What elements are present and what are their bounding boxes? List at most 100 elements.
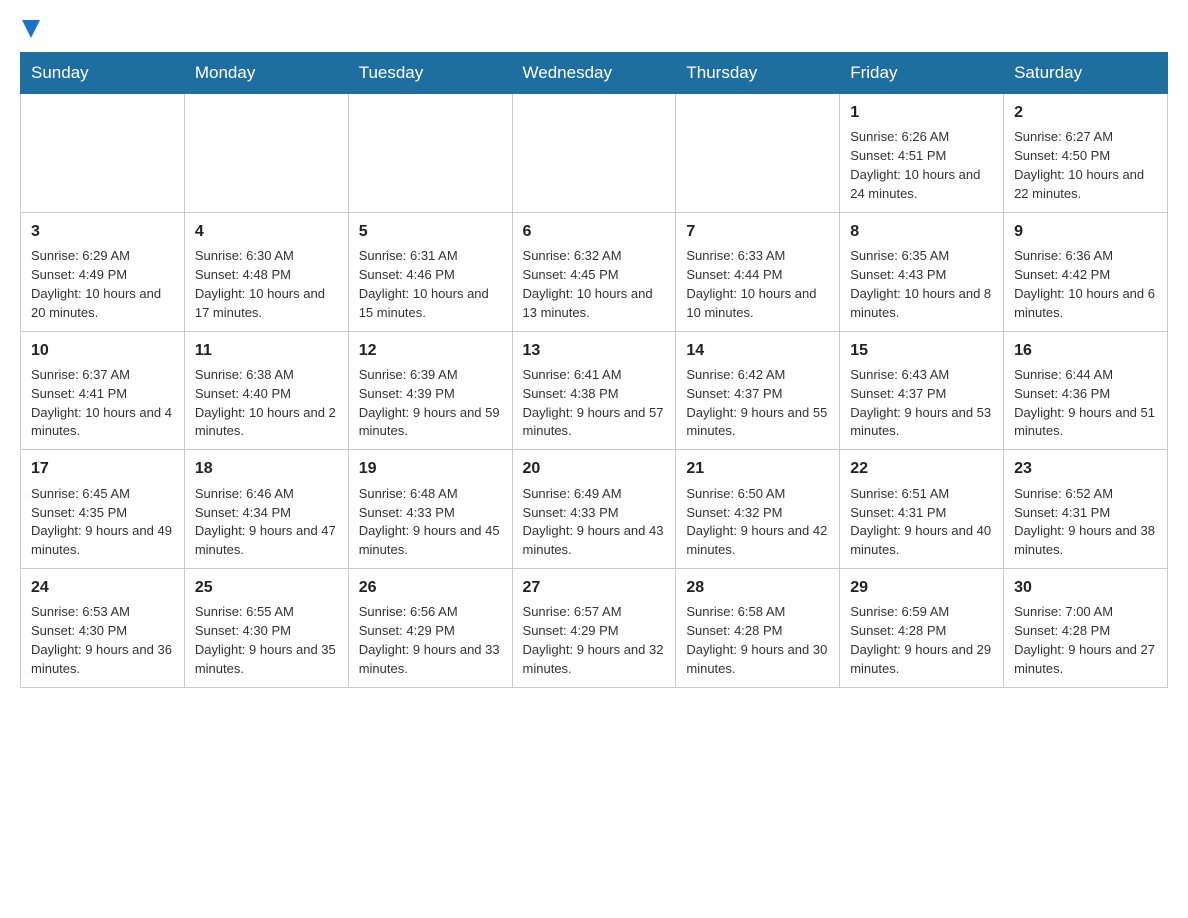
day-info: Sunrise: 6:44 AM Sunset: 4:36 PM Dayligh… (1014, 366, 1157, 441)
calendar-cell: 16 Sunrise: 6:44 AM Sunset: 4:36 PM Dayli… (1004, 331, 1168, 450)
day-number: 5 (359, 221, 502, 243)
day-info: Sunrise: 6:53 AM Sunset: 4:30 PM Dayligh… (31, 603, 174, 678)
weekday-header-wednesday: Wednesday (512, 53, 676, 94)
day-info: Sunrise: 6:37 AM Sunset: 4:41 PM Dayligh… (31, 366, 174, 441)
day-info: Sunrise: 6:58 AM Sunset: 4:28 PM Dayligh… (686, 603, 829, 678)
day-number: 14 (686, 340, 829, 362)
calendar-cell: 24Sunrise: 6:53 AM Sunset: 4:30 PM Dayli… (21, 569, 185, 688)
day-info: Sunrise: 6:35 AM Sunset: 4:43 PM Dayligh… (850, 247, 993, 322)
day-number: 12 (359, 340, 502, 362)
day-info: Sunrise: 6:51 AM Sunset: 4:31 PM Dayligh… (850, 485, 993, 560)
calendar-cell: 14 Sunrise: 6:42 AM Sunset: 4:37 PM Dayli… (676, 331, 840, 450)
calendar-cell: 10 Sunrise: 6:37 AM Sunset: 4:41 PM Dayli… (21, 331, 185, 450)
calendar-cell: 11 Sunrise: 6:38 AM Sunset: 4:40 PM Dayli… (184, 331, 348, 450)
page-header (20, 20, 1168, 36)
calendar-cell: 21Sunrise: 6:50 AM Sunset: 4:32 PM Dayli… (676, 450, 840, 569)
day-number: 15 (850, 340, 993, 362)
day-info: Sunrise: 6:41 AM Sunset: 4:38 PM Dayligh… (523, 366, 666, 441)
calendar-table: SundayMondayTuesdayWednesdayThursdayFrid… (20, 52, 1168, 688)
calendar-cell: 17 Sunrise: 6:45 AM Sunset: 4:35 PM Dayli… (21, 450, 185, 569)
calendar-cell: 26Sunrise: 6:56 AM Sunset: 4:29 PM Dayli… (348, 569, 512, 688)
day-info: Sunrise: 6:42 AM Sunset: 4:37 PM Dayligh… (686, 366, 829, 441)
calendar-week-row: 3Sunrise: 6:29 AM Sunset: 4:49 PM Daylig… (21, 212, 1168, 331)
weekday-header-friday: Friday (840, 53, 1004, 94)
day-number: 22 (850, 458, 993, 480)
day-number: 19 (359, 458, 502, 480)
weekday-header-thursday: Thursday (676, 53, 840, 94)
calendar-cell: 4 Sunrise: 6:30 AM Sunset: 4:48 PM Daylig… (184, 212, 348, 331)
day-number: 30 (1014, 577, 1157, 599)
day-number: 18 (195, 458, 338, 480)
day-info: Sunrise: 6:36 AM Sunset: 4:42 PM Dayligh… (1014, 247, 1157, 322)
day-info: Sunrise: 6:31 AM Sunset: 4:46 PM Dayligh… (359, 247, 502, 322)
calendar-cell: 23Sunrise: 6:52 AM Sunset: 4:31 PM Dayli… (1004, 450, 1168, 569)
day-info: Sunrise: 6:29 AM Sunset: 4:49 PM Dayligh… (31, 247, 174, 322)
day-info: Sunrise: 6:55 AM Sunset: 4:30 PM Dayligh… (195, 603, 338, 678)
weekday-header-sunday: Sunday (21, 53, 185, 94)
logo-arrow-icon (22, 20, 40, 40)
day-number: 28 (686, 577, 829, 599)
day-info: Sunrise: 6:39 AM Sunset: 4:39 PM Dayligh… (359, 366, 502, 441)
day-info: Sunrise: 6:27 AM Sunset: 4:50 PM Dayligh… (1014, 128, 1157, 203)
calendar-cell (21, 94, 185, 213)
calendar-cell: 2 Sunrise: 6:27 AM Sunset: 4:50 PM Daylig… (1004, 94, 1168, 213)
calendar-cell: 15 Sunrise: 6:43 AM Sunset: 4:37 PM Dayli… (840, 331, 1004, 450)
calendar-cell: 18 Sunrise: 6:46 AM Sunset: 4:34 PM Dayli… (184, 450, 348, 569)
day-number: 8 (850, 221, 993, 243)
day-number: 16 (1014, 340, 1157, 362)
calendar-cell: 8 Sunrise: 6:35 AM Sunset: 4:43 PM Daylig… (840, 212, 1004, 331)
calendar-cell: 29 Sunrise: 6:59 AM Sunset: 4:28 PM Dayli… (840, 569, 1004, 688)
calendar-cell (512, 94, 676, 213)
day-info: Sunrise: 6:45 AM Sunset: 4:35 PM Dayligh… (31, 485, 174, 560)
day-info: Sunrise: 6:57 AM Sunset: 4:29 PM Dayligh… (523, 603, 666, 678)
calendar-cell: 25Sunrise: 6:55 AM Sunset: 4:30 PM Dayli… (184, 569, 348, 688)
calendar-cell: 1 Sunrise: 6:26 AM Sunset: 4:51 PM Daylig… (840, 94, 1004, 213)
day-info: Sunrise: 6:49 AM Sunset: 4:33 PM Dayligh… (523, 485, 666, 560)
day-number: 4 (195, 221, 338, 243)
day-info: Sunrise: 6:43 AM Sunset: 4:37 PM Dayligh… (850, 366, 993, 441)
day-number: 6 (523, 221, 666, 243)
day-info: Sunrise: 6:32 AM Sunset: 4:45 PM Dayligh… (523, 247, 666, 322)
day-number: 7 (686, 221, 829, 243)
day-info: Sunrise: 6:59 AM Sunset: 4:28 PM Dayligh… (850, 603, 993, 678)
calendar-cell: 9 Sunrise: 6:36 AM Sunset: 4:42 PM Daylig… (1004, 212, 1168, 331)
calendar-cell: 6 Sunrise: 6:32 AM Sunset: 4:45 PM Daylig… (512, 212, 676, 331)
day-number: 23 (1014, 458, 1157, 480)
weekday-header-row: SundayMondayTuesdayWednesdayThursdayFrid… (21, 53, 1168, 94)
day-info: Sunrise: 6:50 AM Sunset: 4:32 PM Dayligh… (686, 485, 829, 560)
calendar-week-row: 10 Sunrise: 6:37 AM Sunset: 4:41 PM Dayli… (21, 331, 1168, 450)
logo (20, 20, 40, 36)
calendar-cell: 20 Sunrise: 6:49 AM Sunset: 4:33 PM Dayli… (512, 450, 676, 569)
day-info: Sunrise: 6:26 AM Sunset: 4:51 PM Dayligh… (850, 128, 993, 203)
day-info: Sunrise: 7:00 AM Sunset: 4:28 PM Dayligh… (1014, 603, 1157, 678)
calendar-cell: 28 Sunrise: 6:58 AM Sunset: 4:28 PM Dayli… (676, 569, 840, 688)
calendar-cell: 12 Sunrise: 6:39 AM Sunset: 4:39 PM Dayli… (348, 331, 512, 450)
calendar-cell (676, 94, 840, 213)
day-info: Sunrise: 6:33 AM Sunset: 4:44 PM Dayligh… (686, 247, 829, 322)
calendar-cell: 22 Sunrise: 6:51 AM Sunset: 4:31 PM Dayli… (840, 450, 1004, 569)
day-number: 11 (195, 340, 338, 362)
day-number: 10 (31, 340, 174, 362)
day-number: 1 (850, 102, 993, 124)
calendar-week-row: 24Sunrise: 6:53 AM Sunset: 4:30 PM Dayli… (21, 569, 1168, 688)
calendar-week-row: 17 Sunrise: 6:45 AM Sunset: 4:35 PM Dayli… (21, 450, 1168, 569)
day-number: 20 (523, 458, 666, 480)
calendar-cell: 3Sunrise: 6:29 AM Sunset: 4:49 PM Daylig… (21, 212, 185, 331)
day-info: Sunrise: 6:30 AM Sunset: 4:48 PM Dayligh… (195, 247, 338, 322)
day-number: 9 (1014, 221, 1157, 243)
calendar-cell (348, 94, 512, 213)
day-info: Sunrise: 6:56 AM Sunset: 4:29 PM Dayligh… (359, 603, 502, 678)
day-number: 2 (1014, 102, 1157, 124)
weekday-header-saturday: Saturday (1004, 53, 1168, 94)
day-number: 29 (850, 577, 993, 599)
logo-line1 (20, 20, 40, 40)
day-info: Sunrise: 6:46 AM Sunset: 4:34 PM Dayligh… (195, 485, 338, 560)
weekday-header-monday: Monday (184, 53, 348, 94)
day-number: 17 (31, 458, 174, 480)
day-info: Sunrise: 6:38 AM Sunset: 4:40 PM Dayligh… (195, 366, 338, 441)
calendar-cell: 13Sunrise: 6:41 AM Sunset: 4:38 PM Dayli… (512, 331, 676, 450)
calendar-cell (184, 94, 348, 213)
weekday-header-tuesday: Tuesday (348, 53, 512, 94)
calendar-cell: 27Sunrise: 6:57 AM Sunset: 4:29 PM Dayli… (512, 569, 676, 688)
day-info: Sunrise: 6:48 AM Sunset: 4:33 PM Dayligh… (359, 485, 502, 560)
